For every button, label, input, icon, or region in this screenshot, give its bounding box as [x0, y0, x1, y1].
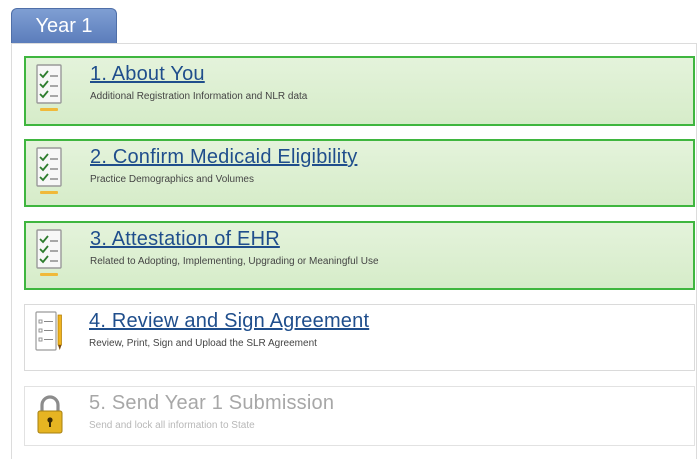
tab-year-1[interactable]: Year 1 — [11, 8, 117, 43]
step-review-sign[interactable]: 4. Review and Sign Agreement Review, Pri… — [24, 304, 695, 371]
checklist-icon — [36, 64, 62, 111]
step-review-sign-link[interactable]: 4. Review and Sign Agreement — [89, 310, 369, 333]
step-confirm-medicaid[interactable]: 2. Confirm Medicaid Eligibility Practice… — [24, 139, 695, 207]
step-about-you-description: Additional Registration Information and … — [90, 91, 308, 102]
lock-icon — [37, 395, 63, 434]
step-attestation-ehr[interactable]: 3. Attestation of EHR Related to Adoptin… — [24, 221, 695, 290]
step-attestation-ehr-description: Related to Adopting, Implementing, Upgra… — [90, 256, 379, 267]
step-about-you[interactable]: 1. About You Additional Registration Inf… — [24, 56, 695, 126]
checklist-icon — [36, 147, 62, 194]
step-about-you-link[interactable]: 1. About You — [90, 63, 205, 86]
step-review-sign-description: Review, Print, Sign and Upload the SLR A… — [89, 338, 317, 349]
step-send-submission: 5. Send Year 1 Submission Send and lock … — [24, 386, 695, 446]
step-send-submission-title: 5. Send Year 1 Submission — [89, 392, 335, 414]
step-attestation-ehr-link[interactable]: 3. Attestation of EHR — [90, 228, 280, 251]
document-pencil-icon — [35, 311, 62, 351]
step-confirm-medicaid-description: Practice Demographics and Volumes — [90, 174, 254, 185]
step-confirm-medicaid-link[interactable]: 2. Confirm Medicaid Eligibility — [90, 146, 357, 169]
step-send-submission-description: Send and lock all information to State — [89, 420, 255, 431]
checklist-icon — [36, 229, 62, 276]
